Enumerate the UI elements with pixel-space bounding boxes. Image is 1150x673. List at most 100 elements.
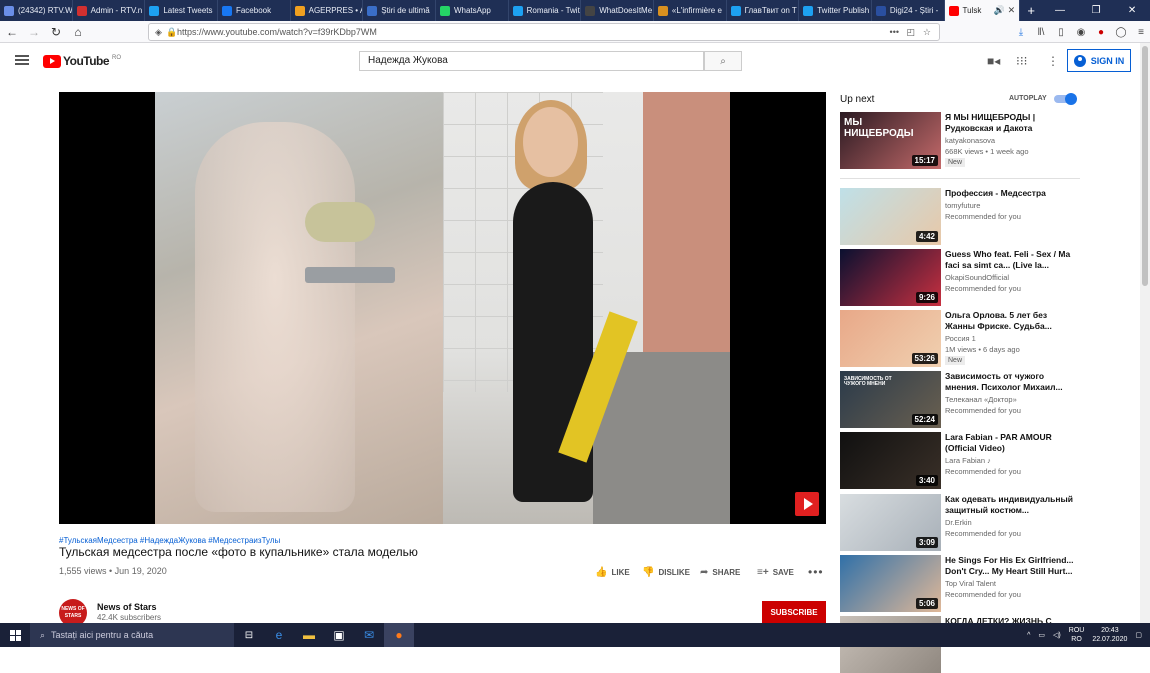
account-icon[interactable]: ◉: [1072, 23, 1090, 41]
video-thumbnail[interactable]: МЫ НИЩЕБРОДЫ 15:17: [840, 112, 941, 169]
minimize-icon[interactable]: —: [1042, 0, 1078, 21]
browser-tab[interactable]: WhatsApp: [436, 0, 509, 21]
more-actions-icon[interactable]: •••: [890, 27, 899, 37]
settings-dots-icon[interactable]: ⋮: [1047, 54, 1059, 68]
recommended-video-title[interactable]: Я МЫ НИЩЕБРОДЫ | Рудковская и Дакота: [945, 112, 1075, 134]
recommended-video-title[interactable]: He Sings For His Ex Girlfriend... Don't …: [945, 555, 1075, 577]
recommended-video-title[interactable]: Как одевать индивидуальный защитный кост…: [945, 494, 1075, 516]
channel-name[interactable]: News of Stars: [97, 602, 157, 612]
recommended-channel[interactable]: Телеканал «Доктор»: [945, 395, 1017, 404]
recommended-video-title[interactable]: Guess Who feat. Feli - Sex / Ma faci sa …: [945, 249, 1075, 271]
save-button[interactable]: ≡+ SAVE: [757, 567, 794, 578]
recommended-video[interactable]: 4:42 Профессия - Медсестра tomyfuture Recom…: [840, 188, 1080, 245]
sidebar-icon[interactable]: ▯: [1052, 23, 1070, 41]
video-thumbnail[interactable]: 4:42: [840, 188, 941, 245]
browser-tab[interactable]: Latest Tweets: [145, 0, 218, 21]
task-view-icon[interactable]: ⊟: [234, 623, 264, 647]
browser-tab[interactable]: Twitter Publish: [799, 0, 872, 21]
download-icon[interactable]: ⤓: [1012, 23, 1030, 41]
close-tab-icon[interactable]: 🔊 ✕: [994, 5, 1015, 16]
recommended-video-title[interactable]: Зависимость от чужого мнения. Психолог М…: [945, 371, 1075, 393]
close-window-icon[interactable]: ✕: [1114, 0, 1150, 21]
recommended-video[interactable]: 5:06 He Sings For His Ex Girlfriend... Do…: [840, 555, 1080, 612]
recommended-video-title[interactable]: Ольга Орлова. 5 лет без Жанны Фриске. Су…: [945, 310, 1075, 332]
recommended-channel[interactable]: katyakonasova: [945, 136, 995, 145]
library-icon[interactable]: ‖\: [1032, 23, 1050, 41]
browser-tab[interactable]: Romania - Twitt: [509, 0, 582, 21]
edge-icon[interactable]: e: [264, 623, 294, 647]
browser-tab[interactable]: «L'infirmière e: [654, 0, 727, 21]
dislike-button[interactable]: 👎 DISLIKE: [642, 567, 690, 578]
video-thumbnail[interactable]: 3:40: [840, 432, 941, 489]
browser-tab[interactable]: Admin - RTV.n: [73, 0, 146, 21]
recommended-video-title[interactable]: Lara Fabian - PAR AMOUR (Official Video): [945, 432, 1075, 454]
autoplay-toggle[interactable]: [1054, 93, 1077, 105]
restore-icon[interactable]: ❐: [1078, 0, 1114, 21]
recommended-video-title[interactable]: Профессия - Медсестра: [945, 188, 1075, 199]
reload-icon[interactable]: ↻: [46, 22, 66, 42]
video-thumbnail[interactable]: 5:06: [840, 555, 941, 612]
recommended-channel[interactable]: OkapiSoundOfficial: [945, 273, 1009, 282]
recommended-video[interactable]: ЗАВИСИМОСТЬ ОТ ЧУЖОГО МНЕНИ 52:24 Зависимо…: [840, 371, 1080, 428]
share-button[interactable]: ➦ SHARE: [700, 567, 740, 578]
browser-tab[interactable]: Tulsk 🔊 ✕: [944, 0, 1021, 21]
recommended-video[interactable]: 9:26 Guess Who feat. Feli - Sex / Ma faci…: [840, 249, 1080, 306]
menu-icon[interactable]: [15, 55, 29, 65]
recommended-channel[interactable]: Россия 1: [945, 334, 976, 343]
file-explorer-icon[interactable]: ▬: [294, 623, 324, 647]
recommended-video[interactable]: 3:40 Lara Fabian - PAR AMOUR (Official Vi…: [840, 432, 1080, 489]
sign-in-button[interactable]: SIGN IN: [1067, 49, 1131, 72]
video-thumbnail[interactable]: ЗАВИСИМОСТЬ ОТ ЧУЖОГО МНЕНИ 52:24: [840, 371, 941, 428]
browser-tab[interactable]: Digi24 - Știri -: [872, 0, 945, 21]
bookmark-star-icon[interactable]: ☆: [923, 27, 931, 38]
extension-icon[interactable]: ●: [1092, 23, 1110, 41]
video-thumbnail[interactable]: 9:26: [840, 249, 941, 306]
home-icon[interactable]: ⌂: [68, 22, 88, 42]
recommended-channel[interactable]: tomyfuture: [945, 201, 980, 210]
clock[interactable]: 20:43 22.07.2020: [1092, 626, 1127, 644]
pocket-icon[interactable]: ◰: [906, 27, 915, 38]
subscribe-button[interactable]: SUBSCRIBE: [762, 601, 826, 624]
create-video-icon[interactable]: ■◂: [987, 54, 1000, 68]
video-hashtags[interactable]: #ТульскаяМедсестра #НадеждаЖукова #Медсе…: [59, 536, 280, 545]
mail-icon[interactable]: ✉: [354, 623, 384, 647]
apps-grid-icon[interactable]: ⁝⁝⁝: [1016, 54, 1027, 68]
page-scrollbar[interactable]: [1140, 43, 1150, 623]
recommended-channel[interactable]: Lara Fabian ♪: [945, 456, 991, 465]
recommended-channel[interactable]: Top Viral Talent: [945, 579, 996, 588]
forward-icon[interactable]: →: [24, 22, 44, 42]
youtube-logo[interactable]: YouTube RO: [43, 54, 121, 68]
recommended-channel[interactable]: Dr.Erkin: [945, 518, 972, 527]
recommended-video[interactable]: 3:09 Как одевать индивидуальный защитный …: [840, 494, 1080, 551]
network-icon[interactable]: ▭: [1038, 631, 1045, 639]
video-thumbnail[interactable]: 3:09: [840, 494, 941, 551]
video-player[interactable]: [59, 92, 826, 524]
recommended-video[interactable]: 53:26 Ольга Орлова. 5 лет без Жанны Фриск…: [840, 310, 1080, 367]
browser-tab[interactable]: WhatDoesItMe: [581, 0, 654, 21]
store-icon[interactable]: ▣: [324, 623, 354, 647]
new-tab-button[interactable]: +: [1020, 0, 1042, 21]
like-button[interactable]: 👍 LIKE: [595, 567, 630, 578]
video-thumbnail[interactable]: 53:26: [840, 310, 941, 367]
extension-icon[interactable]: ◯: [1112, 23, 1130, 41]
firefox-icon[interactable]: ●: [384, 623, 414, 647]
browser-tab[interactable]: ГлавТвит on T: [727, 0, 800, 21]
search-button[interactable]: ⌕: [704, 51, 742, 71]
more-options-button[interactable]: •••: [808, 565, 824, 579]
browser-tab[interactable]: AGERPRES • A: [291, 0, 364, 21]
back-icon[interactable]: ←: [2, 22, 22, 42]
taskbar-search[interactable]: ⌕ Tastați aici pentru a căuta: [30, 623, 234, 647]
channel-watermark-icon[interactable]: [795, 492, 819, 516]
browser-tab[interactable]: (24342) RTV.We: [0, 0, 73, 21]
search-input[interactable]: Надежда Жукова: [359, 51, 704, 71]
notifications-icon[interactable]: ▢: [1135, 631, 1142, 639]
language-indicator[interactable]: ROU RO: [1069, 626, 1085, 644]
app-menu-icon[interactable]: ≡: [1132, 23, 1150, 41]
browser-tab[interactable]: Facebook: [218, 0, 291, 21]
browser-tab[interactable]: Știri de ultimă: [363, 0, 436, 21]
start-button[interactable]: [0, 623, 30, 647]
scrollbar-thumb[interactable]: [1142, 46, 1148, 286]
volume-icon[interactable]: ◁): [1053, 631, 1061, 639]
chevron-up-icon[interactable]: ^: [1027, 632, 1030, 639]
address-bar[interactable]: ◈ 🔒 https://www.youtube.com/watch?v=f39r…: [148, 23, 940, 41]
